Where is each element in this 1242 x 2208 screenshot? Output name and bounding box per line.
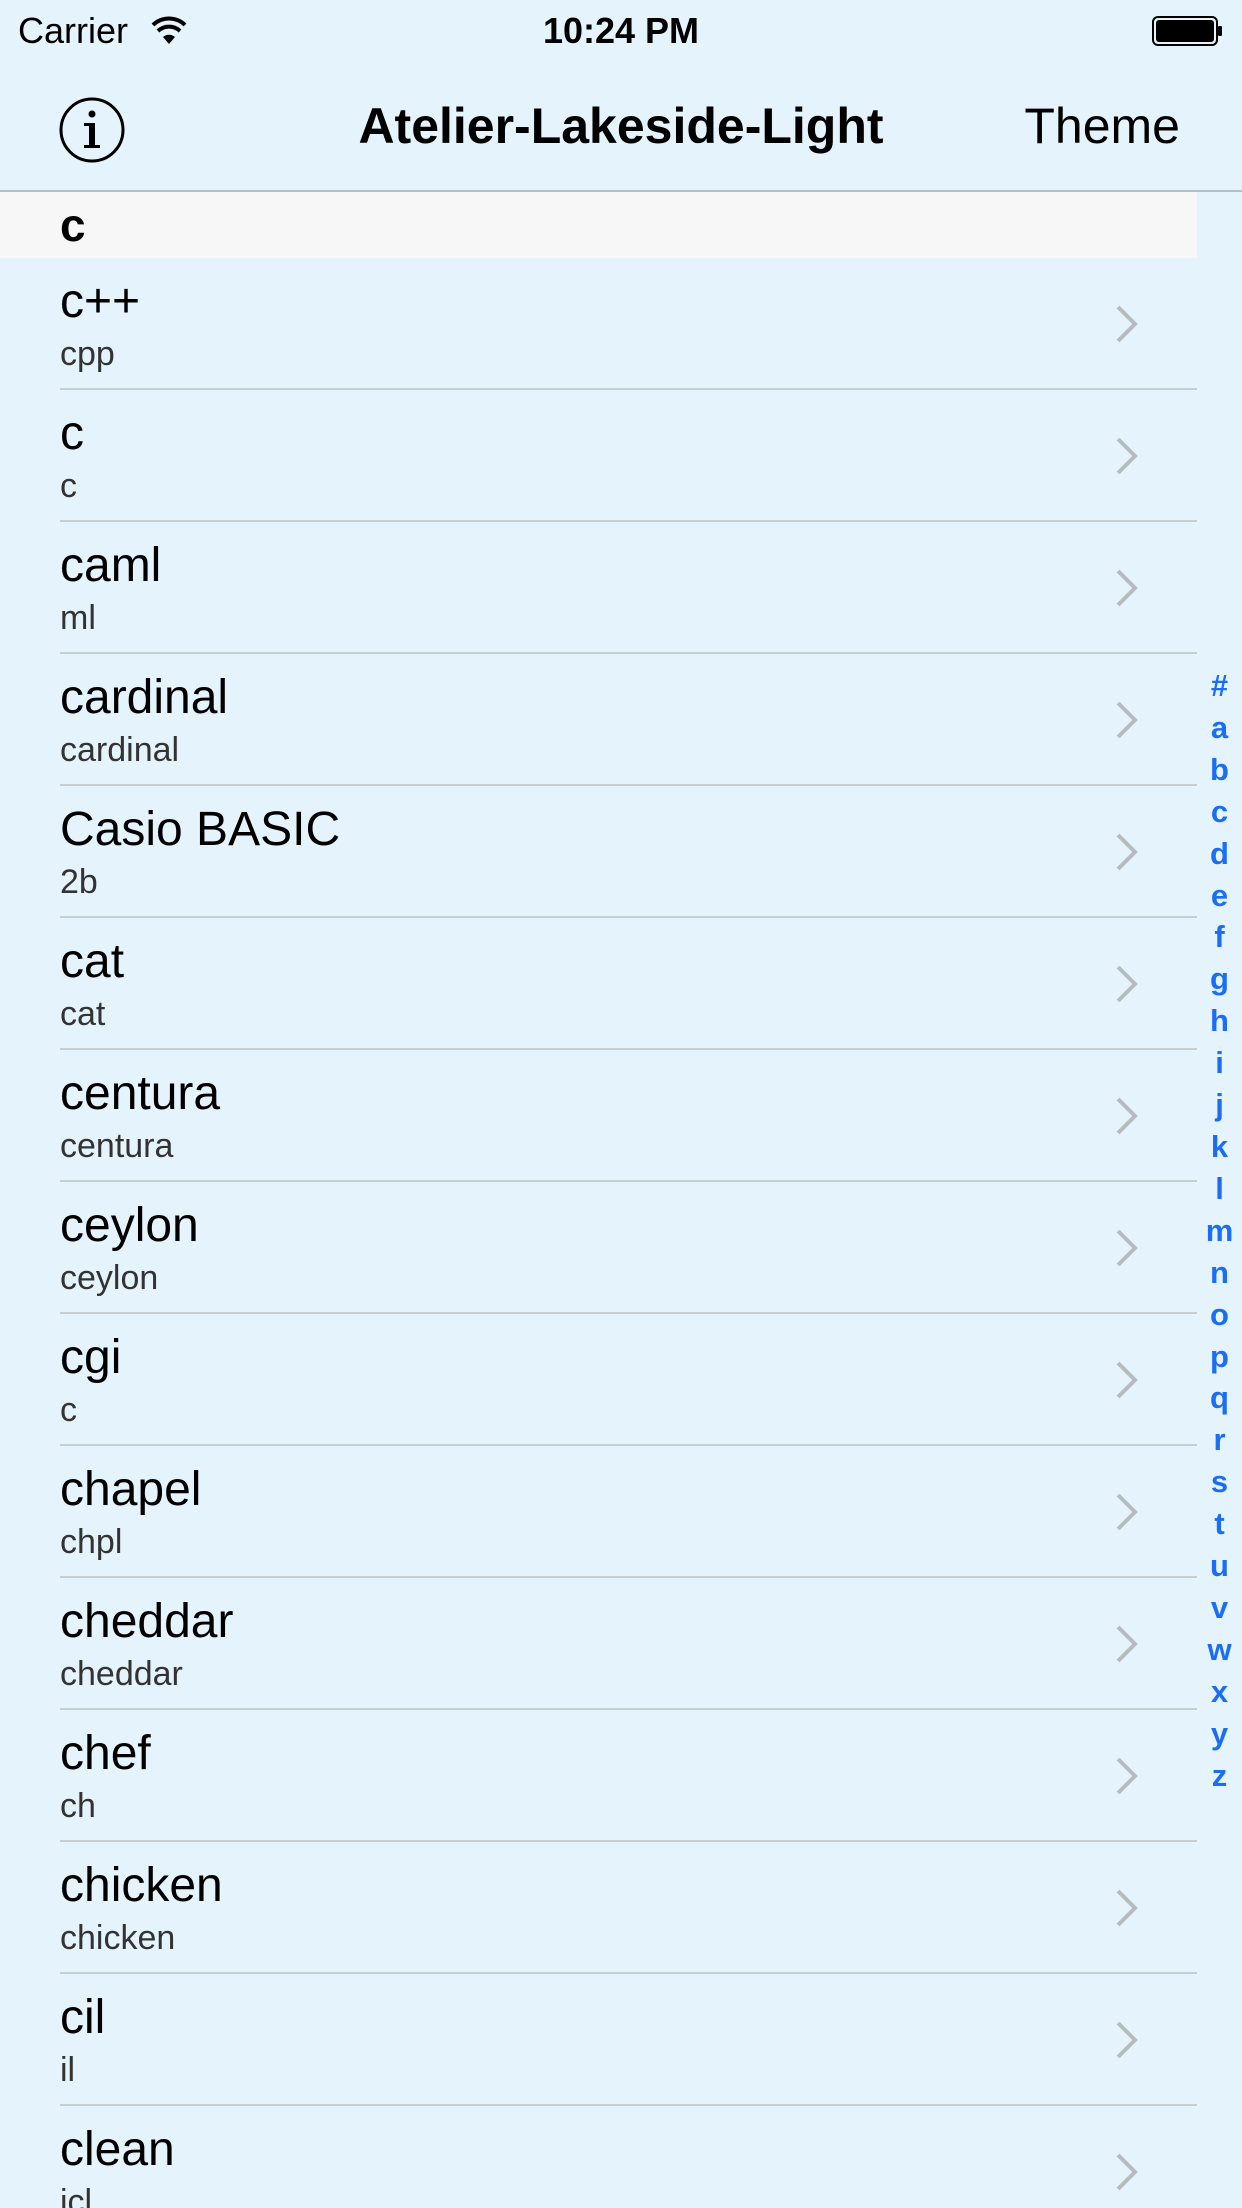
list-item[interactable]: cgi c [0,1314,1197,1446]
list-item-title: cil [60,1991,106,2044]
list-item[interactable]: c c [0,390,1197,522]
list-item-subtitle: chpl [60,1523,123,1561]
index-letter-e[interactable]: e [1197,875,1242,917]
chevron-right-icon [1116,1493,1138,1531]
index-letter-d[interactable]: d [1197,833,1242,875]
chevron-right-icon [1116,833,1138,871]
list-item-title: c++ [60,275,141,328]
list-item[interactable]: ceylon ceylon [0,1182,1197,1314]
navigation-bar: Atelier-Lakeside-Light Theme [0,60,1242,192]
list-item-subtitle: ml [60,599,96,637]
index-letter-y[interactable]: y [1197,1713,1242,1755]
list-item-subtitle: il [60,2051,76,2089]
chevron-right-icon [1116,701,1138,739]
chevron-right-icon [1116,437,1138,475]
status-time: 10:24 PM [542,10,700,51]
index-letter-m[interactable]: m [1197,1210,1242,1252]
index-letter-v[interactable]: v [1197,1587,1242,1629]
chevron-right-icon [1116,305,1138,343]
list-item-title: chicken [60,1859,223,1912]
index-letter-z[interactable]: z [1197,1755,1242,1797]
list-item[interactable]: chef ch [0,1710,1197,1842]
chevron-right-icon [1116,1229,1138,1267]
list-item-subtitle: cpp [60,335,115,373]
chevron-right-icon [1116,2021,1138,2059]
chevron-right-icon [1116,965,1138,1003]
list-item-subtitle: cheddar [60,1655,183,1693]
battery-icon [1152,16,1222,46]
list-item-title: chapel [60,1463,202,1516]
index-letter-k[interactable]: k [1197,1126,1242,1168]
chevron-right-icon [1116,1625,1138,1663]
list-item-subtitle: chicken [60,1919,176,1957]
list-item-title: Casio BASIC [60,803,341,856]
chevron-right-icon [1116,2153,1138,2191]
index-letter-g[interactable]: g [1197,958,1242,1000]
list-item-subtitle: ceylon [60,1259,159,1297]
language-list[interactable]: c c++ cpp c c caml ml cardinal cardinal … [0,192,1197,2208]
list-item-title: cardinal [60,671,229,724]
index-letter-a[interactable]: a [1197,707,1242,749]
list-item-title: c [60,407,84,460]
index-letter-u[interactable]: u [1197,1545,1242,1587]
chevron-right-icon [1116,1889,1138,1927]
list-item-subtitle: centura [60,1127,174,1165]
index-letter-hash[interactable]: # [1197,665,1242,707]
chevron-right-icon [1116,1361,1138,1399]
list-item-title: cgi [60,1331,122,1384]
index-letter-n[interactable]: n [1197,1252,1242,1294]
chevron-right-icon [1116,1757,1138,1795]
list-item-title: cheddar [60,1595,234,1648]
index-letter-r[interactable]: r [1197,1419,1242,1461]
list-item-subtitle: c [60,467,77,505]
section-index[interactable]: # a b c d e f g h i j k l m n o p q r s … [1197,665,1242,1796]
list-item-subtitle: cat [60,995,106,1033]
index-letter-t[interactable]: t [1197,1503,1242,1545]
list-item-subtitle: cardinal [60,731,180,769]
index-letter-o[interactable]: o [1197,1294,1242,1336]
list-item-subtitle: c [60,1391,77,1429]
index-letter-b[interactable]: b [1197,749,1242,791]
list-item[interactable]: cardinal cardinal [0,654,1197,786]
list-item[interactable]: cat cat [0,918,1197,1050]
list-item-subtitle: icl [60,2183,93,2208]
list-item[interactable]: centura centura [0,1050,1197,1182]
list-item-subtitle: 2b [60,863,98,901]
list-item[interactable]: chicken chicken [0,1842,1197,1974]
index-letter-w[interactable]: w [1197,1629,1242,1671]
index-letter-s[interactable]: s [1197,1461,1242,1503]
index-letter-p[interactable]: p [1197,1336,1242,1378]
list-item[interactable]: c++ cpp [0,258,1197,390]
index-letter-x[interactable]: x [1197,1671,1242,1713]
list-item-title: caml [60,539,162,592]
list-item-title: ceylon [60,1199,199,1252]
index-letter-q[interactable]: q [1197,1377,1242,1419]
status-bar: Carrier 10:24 PM [0,0,1242,60]
list-item-subtitle: ch [60,1787,96,1825]
index-letter-c[interactable]: c [1197,791,1242,833]
chevron-right-icon [1116,569,1138,607]
section-header: c [0,192,1197,258]
index-letter-l[interactable]: l [1197,1168,1242,1210]
list-item[interactable]: cil il [0,1974,1197,2106]
index-letter-h[interactable]: h [1197,1000,1242,1042]
list-item[interactable]: Casio BASIC 2b [0,786,1197,918]
index-letter-i[interactable]: i [1197,1042,1242,1084]
index-letter-j[interactable]: j [1197,1084,1242,1126]
theme-button[interactable]: Theme [1024,96,1180,156]
list-item-title: centura [60,1067,221,1120]
index-letter-f[interactable]: f [1197,916,1242,958]
list-item[interactable]: caml ml [0,522,1197,654]
chevron-right-icon [1116,1097,1138,1135]
list-item-title: clean [60,2123,175,2176]
list-item-title: cat [60,935,125,988]
list-item[interactable]: clean icl [0,2106,1197,2208]
list-item[interactable]: chapel chpl [0,1446,1197,1578]
list-item[interactable]: cheddar cheddar [0,1578,1197,1710]
list-item-title: chef [60,1727,151,1780]
